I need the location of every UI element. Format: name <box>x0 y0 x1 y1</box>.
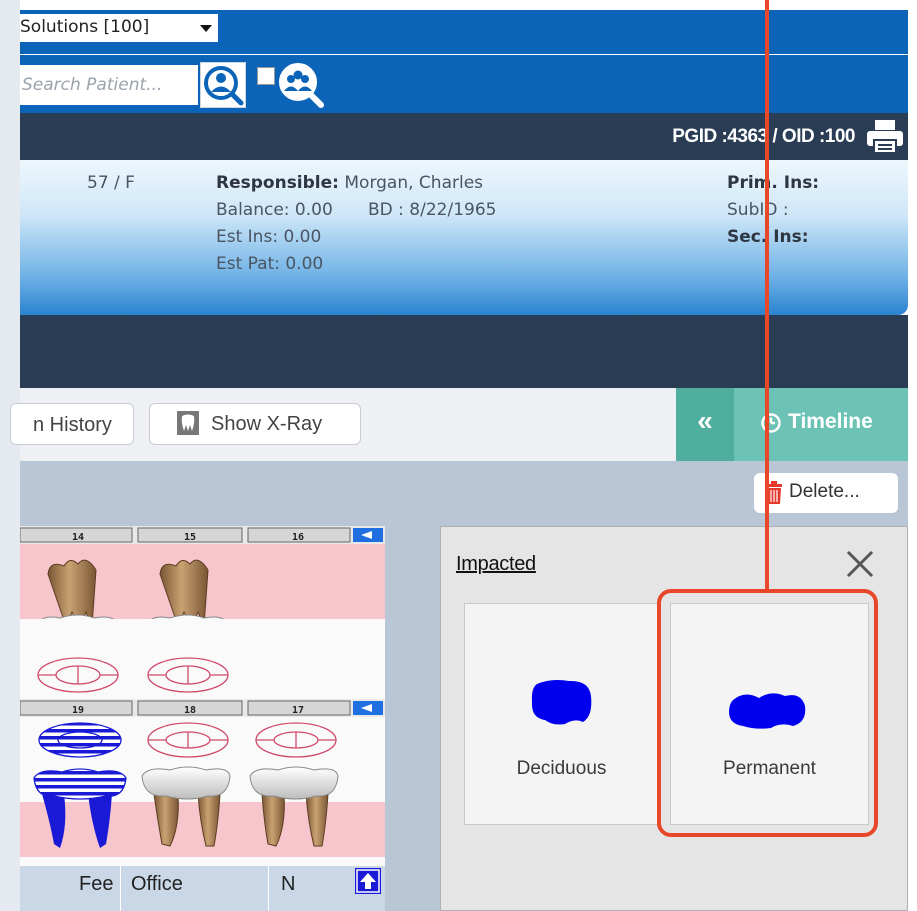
fee-col-header[interactable]: Fee <box>79 873 113 896</box>
popup-title: Impacted <box>456 553 536 575</box>
tooth-num-19-text: 19 <box>72 705 84 716</box>
column-divider <box>120 866 121 911</box>
n-col-header[interactable]: N <box>281 873 295 896</box>
annotation-pointer-line <box>765 0 769 590</box>
fee-table-header: Fee Office N <box>20 866 385 911</box>
timeline-button[interactable]: Timeline <box>734 388 908 461</box>
practice-ids: PGID :4363 / OID :100 <box>672 126 855 147</box>
deciduous-option[interactable]: Deciduous <box>464 603 659 825</box>
est-pat: Est Pat: 0.00 <box>216 254 324 274</box>
tooth-num-15-text: 15 <box>184 532 196 543</box>
tooth-num-16-text: 16 <box>292 532 304 543</box>
balance: Balance: 0.00 <box>216 200 333 220</box>
group-search-icon[interactable] <box>276 60 326 110</box>
show-xray-label: Show X-Ray <box>211 413 323 435</box>
arrow-up-icon[interactable] <box>355 868 381 894</box>
annotation-highlight-box <box>657 589 878 837</box>
est-ins: Est Ins: 0.00 <box>216 227 322 247</box>
arrow-left-icon[interactable] <box>353 701 383 715</box>
history-button-label: n History <box>33 414 112 436</box>
responsible-line: Responsible: Morgan, Charles <box>216 173 483 193</box>
close-icon[interactable] <box>843 547 877 581</box>
xray-icon <box>177 411 199 435</box>
practice-select-value: Solutions [100] <box>20 17 150 37</box>
subid-label: SubID : <box>727 200 789 220</box>
birth-date: BD : 8/22/1965 <box>368 200 497 220</box>
arrow-left-icon[interactable] <box>353 528 383 542</box>
chart-gutter <box>385 526 440 911</box>
history-button[interactable]: n History <box>10 403 134 445</box>
delete-label: Delete... <box>789 481 860 502</box>
print-icon[interactable] <box>864 118 906 156</box>
occlusal-19[interactable] <box>38 722 122 758</box>
chevron-down-icon <box>200 25 212 32</box>
show-xray-button[interactable]: Show X-Ray <box>149 403 361 445</box>
tooth-num-18-text: 18 <box>184 705 196 716</box>
deciduous-label: Deciduous <box>516 758 607 779</box>
practice-select[interactable]: Solutions [100] <box>20 14 218 42</box>
dark-bar <box>20 315 908 388</box>
deciduous-impacted-icon <box>531 680 592 725</box>
prim-ins-label: Prim. Ins: <box>727 173 819 193</box>
left-strip <box>0 0 20 911</box>
column-divider <box>268 866 269 911</box>
patient-age-sex: 57 / F <box>87 173 135 193</box>
collapse-button[interactable]: « <box>676 388 734 461</box>
tooth-num-17-text: 17 <box>292 705 304 716</box>
group-search-checkbox[interactable] <box>257 67 275 85</box>
delete-button[interactable]: Delete... <box>754 473 898 513</box>
responsible-label: Responsible: <box>216 173 339 193</box>
clock-icon <box>761 413 781 433</box>
prim-ins-label-text: Prim. Ins: <box>727 173 820 193</box>
tooth-chart-canvas: 14 15 16 19 18 17 <box>19 526 385 866</box>
search-patient-button[interactable] <box>200 62 246 108</box>
tooth-chart: 14 15 16 19 18 17 <box>19 526 385 866</box>
search-patient-input[interactable] <box>20 65 198 105</box>
timeline-label: Timeline <box>788 410 873 433</box>
office-col-header[interactable]: Office <box>131 873 183 896</box>
search-patient-icon <box>204 66 244 106</box>
tooth-num-14-text: 14 <box>72 532 84 543</box>
responsible-value: Morgan, Charles <box>344 173 484 193</box>
